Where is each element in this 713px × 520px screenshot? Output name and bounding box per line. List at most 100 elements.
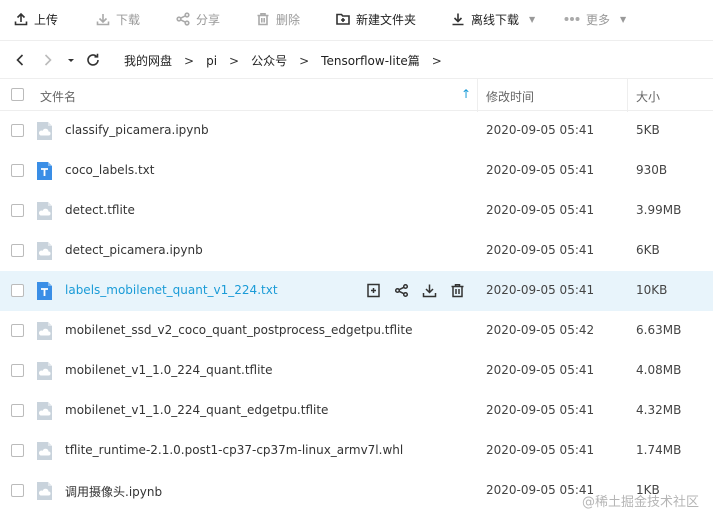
forward-arrow-icon[interactable] xyxy=(40,52,56,68)
file-name[interactable]: 调用摄像头.ipynb xyxy=(65,483,162,500)
breadcrumb: 我的网盘 > pi > 公众号 > Tensorflow-lite篇 > xyxy=(124,52,454,69)
refresh-icon[interactable] xyxy=(85,52,101,68)
share-icon[interactable] xyxy=(394,283,410,299)
share-label: 分享 xyxy=(196,12,221,27)
file-modified-time: 2020-09-05 05:41 xyxy=(486,483,595,497)
download-button[interactable]: 下载 xyxy=(96,0,140,38)
breadcrumb-separator: > xyxy=(229,53,240,68)
file-row[interactable]: tflite_runtime-2.1.0.post1-cp37-cp37m-li… xyxy=(0,431,713,471)
row-checkbox[interactable] xyxy=(11,404,24,417)
cloud-file-icon xyxy=(36,441,53,461)
cloud-file-icon xyxy=(36,361,53,381)
file-modified-time: 2020-09-05 05:41 xyxy=(486,363,595,377)
file-name[interactable]: detect_picamera.ipynb xyxy=(65,243,203,257)
file-name[interactable]: labels_mobilenet_quant_v1_224.txt xyxy=(65,283,278,297)
file-modified-time: 2020-09-05 05:41 xyxy=(486,283,595,297)
watermark: @稀土掘金技术社区 xyxy=(581,495,699,510)
row-checkbox[interactable] xyxy=(11,484,24,497)
sort-ascending-icon[interactable]: ↑ xyxy=(461,87,471,101)
file-row[interactable]: detect.tflite 2020-09-05 05:41 3.99MB xyxy=(0,191,713,231)
file-name[interactable]: mobilenet_v1_1.0_224_quant.tflite xyxy=(65,363,273,377)
breadcrumb-item-pi[interactable]: pi xyxy=(206,54,217,68)
file-size: 10KB xyxy=(636,283,668,297)
upload-button[interactable]: 上传 xyxy=(14,0,58,38)
file-name[interactable]: mobilenet_ssd_v2_coco_quant_postprocess_… xyxy=(65,323,412,337)
file-modified-time: 2020-09-05 05:41 xyxy=(486,203,595,217)
file-row[interactable]: mobilenet_ssd_v2_coco_quant_postprocess_… xyxy=(0,311,713,351)
file-modified-time: 2020-09-05 05:41 xyxy=(486,403,595,417)
row-checkbox[interactable] xyxy=(11,244,24,257)
share-icon xyxy=(176,12,190,26)
breadcrumb-separator: > xyxy=(299,53,310,68)
new-folder-button[interactable]: 新建文件夹 xyxy=(336,0,416,38)
offline-download-button[interactable]: 离线下载 ▼ xyxy=(451,0,535,38)
row-checkbox[interactable] xyxy=(11,284,24,297)
download-icon[interactable] xyxy=(422,283,438,299)
column-header-size[interactable]: 大小 xyxy=(636,88,660,105)
toolbar: 上传 下载 分享 删除 新建文件夹 离线下载 ▼ 更多 ▼ xyxy=(0,0,713,38)
file-name[interactable]: detect.tflite xyxy=(65,203,135,217)
file-list-header: 文件名 ↑ 修改时间 大小 xyxy=(0,78,713,112)
breadcrumb-item-my-drive[interactable]: 我的网盘 xyxy=(124,52,172,69)
cloud-file-icon xyxy=(36,201,53,221)
row-actions xyxy=(366,283,478,299)
new-folder-icon xyxy=(336,12,350,26)
file-size: 3.99MB xyxy=(636,203,682,217)
file-row[interactable]: coco_labels.txt 2020-09-05 05:41 930B xyxy=(0,151,713,191)
file-modified-time: 2020-09-05 05:41 xyxy=(486,123,595,137)
breadcrumb-separator: > xyxy=(184,53,195,68)
file-modified-time: 2020-09-05 05:41 xyxy=(486,163,595,177)
file-name[interactable]: tflite_runtime-2.1.0.post1-cp37-cp37m-li… xyxy=(65,443,403,457)
file-size: 6.63MB xyxy=(636,323,682,337)
column-divider xyxy=(477,79,478,112)
breadcrumb-item-tensorflow-lite[interactable]: Tensorflow-lite篇 xyxy=(321,52,420,69)
rename-icon[interactable] xyxy=(366,283,382,299)
file-row[interactable]: detect_picamera.ipynb 2020-09-05 05:41 6KB xyxy=(0,231,713,271)
cloud-file-icon xyxy=(36,401,53,421)
navigation-bar: 我的网盘 > pi > 公众号 > Tensorflow-lite篇 > xyxy=(0,40,713,78)
file-modified-time: 2020-09-05 05:41 xyxy=(486,243,595,257)
text-file-icon xyxy=(36,281,53,301)
text-file-icon xyxy=(36,161,53,181)
file-size: 4.08MB xyxy=(636,363,682,377)
column-header-modified[interactable]: 修改时间 xyxy=(486,88,534,105)
file-row[interactable]: mobilenet_v1_1.0_224_quant.tflite 2020-09… xyxy=(0,351,713,391)
row-checkbox[interactable] xyxy=(11,124,24,137)
row-checkbox[interactable] xyxy=(11,324,24,337)
file-name[interactable]: classify_picamera.ipynb xyxy=(65,123,209,137)
upload-label: 上传 xyxy=(34,12,59,27)
cloud-file-icon xyxy=(36,241,53,261)
chevron-down-icon[interactable]: ▼ xyxy=(529,15,535,24)
file-name[interactable]: mobilenet_v1_1.0_224_quant_edgetpu.tflit… xyxy=(65,403,328,417)
more-dots-icon xyxy=(564,12,580,26)
cloud-file-icon xyxy=(36,121,53,141)
more-button[interactable]: 更多 ▼ xyxy=(564,0,626,38)
download-label: 下载 xyxy=(116,12,141,27)
chevron-down-icon[interactable]: ▼ xyxy=(620,15,626,24)
file-size: 930B xyxy=(636,163,668,177)
file-name[interactable]: coco_labels.txt xyxy=(65,163,154,177)
history-dropdown-icon[interactable] xyxy=(66,52,76,68)
offline-download-icon xyxy=(451,12,465,26)
row-checkbox[interactable] xyxy=(11,444,24,457)
column-divider xyxy=(627,79,628,112)
file-modified-time: 2020-09-05 05:42 xyxy=(486,323,595,337)
file-size: 4.32MB xyxy=(636,403,682,417)
column-header-name[interactable]: 文件名 xyxy=(40,88,76,105)
delete-button[interactable]: 删除 xyxy=(256,0,300,38)
row-checkbox[interactable] xyxy=(11,364,24,377)
back-arrow-icon[interactable] xyxy=(12,52,28,68)
select-all-checkbox[interactable] xyxy=(11,88,24,101)
share-button[interactable]: 分享 xyxy=(176,0,220,38)
breadcrumb-item-official-account[interactable]: 公众号 xyxy=(251,52,287,69)
file-row[interactable]: labels_mobilenet_quant_v1_224.txt 2020-09… xyxy=(0,271,713,311)
file-row[interactable]: mobilenet_v1_1.0_224_quant_edgetpu.tflit… xyxy=(0,391,713,431)
file-row[interactable]: classify_picamera.ipynb 2020-09-05 05:41 5… xyxy=(0,111,713,151)
breadcrumb-separator: > xyxy=(431,53,442,68)
trash-icon xyxy=(256,12,270,26)
trash-icon[interactable] xyxy=(450,283,466,299)
row-checkbox[interactable] xyxy=(11,164,24,177)
offline-download-label: 离线下载 xyxy=(471,12,520,27)
row-checkbox[interactable] xyxy=(11,204,24,217)
file-size: 6KB xyxy=(636,243,660,257)
